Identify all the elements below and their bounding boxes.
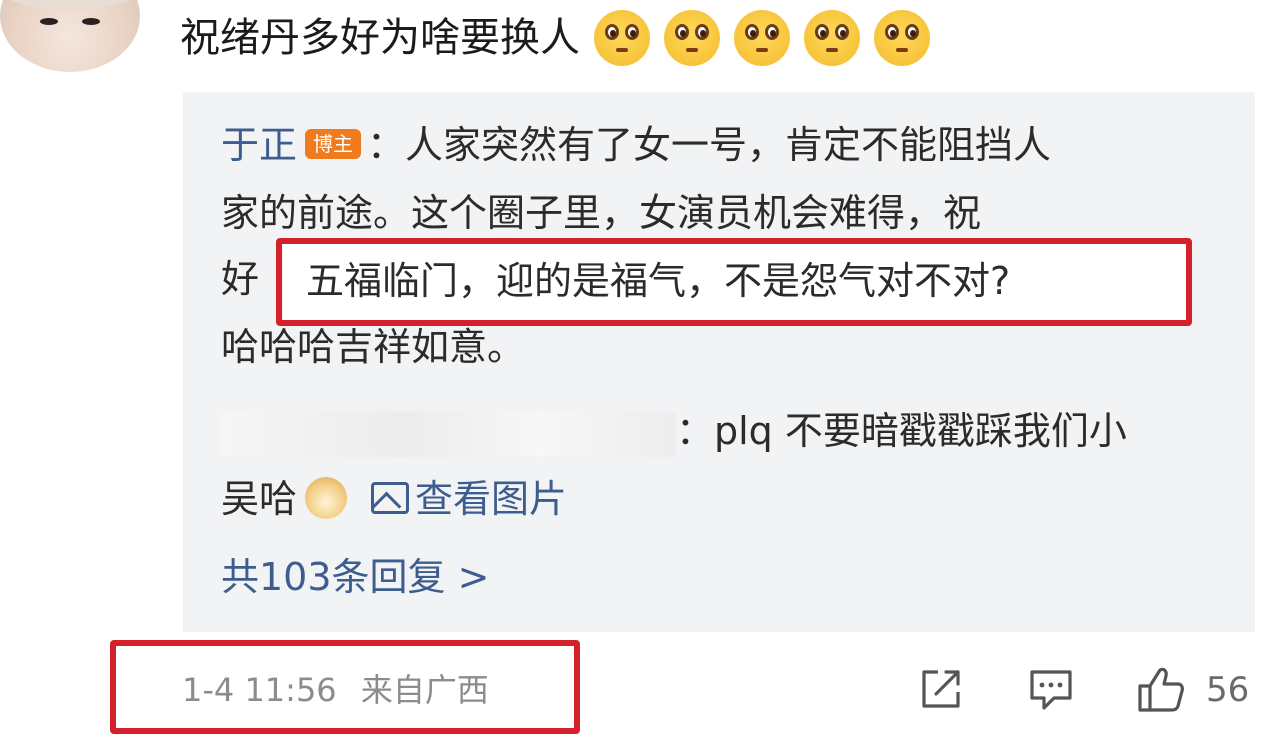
view-image-link[interactable]: 查看图片	[415, 477, 567, 521]
pleading-face-emoji-icon	[734, 10, 790, 66]
like-icon[interactable]	[1136, 664, 1186, 714]
avatar[interactable]	[0, 0, 140, 72]
sub-reply-line-2: 吴哈 查看图片	[221, 474, 567, 524]
share-icon[interactable]	[918, 666, 964, 712]
doge-emoji-icon	[305, 476, 348, 519]
avatar-eye-left	[40, 18, 58, 25]
sub-reply-text-2: 吴哈	[221, 477, 298, 521]
avatar-hair	[0, 0, 140, 10]
pleading-face-emoji-icon	[594, 10, 650, 66]
blurred-username[interactable]	[221, 410, 676, 457]
weibo-comment-card: 祝绪丹多好为啥要换人 于正 博主 ：人家突然有了女一号，肯定不能阻挡人 家的前途。这…	[0, 0, 1280, 744]
reply-line-3: 好	[221, 254, 259, 304]
reply-panel[interactable]: 于正 博主 ：人家突然有了女一号，肯定不能阻挡人 家的前途。这个圈子里，女演员机会难…	[183, 92, 1255, 632]
blogger-badge: 博主	[305, 128, 362, 159]
avatar-eye-right	[82, 18, 100, 25]
like-count: 56	[1206, 670, 1250, 710]
highlighted-quote: 五福临门，迎的是福气，不是怨气对不对?	[306, 259, 1011, 303]
pleading-face-emoji-icon	[664, 10, 720, 66]
timestamp: 1-4 11:56	[182, 671, 337, 709]
location: 来自广西	[360, 671, 489, 709]
reply-text-line-1: ：人家突然有了女一号，肯定不能阻挡人	[367, 123, 1052, 167]
total-replies-link[interactable]: 共103条回复 >	[221, 552, 489, 602]
image-icon[interactable]	[371, 481, 410, 514]
reply-author-link[interactable]: 于正	[221, 123, 297, 167]
reply-line-4: 哈哈哈吉祥如意。	[221, 325, 526, 369]
reply-text-line-3-prefix: 好	[221, 257, 260, 301]
comment-body: 祝绪丹多好为啥要换人	[180, 15, 580, 61]
comment-icon[interactable]	[1028, 666, 1074, 712]
pleading-face-emoji-icon	[804, 10, 860, 66]
comment-text: 祝绪丹多好为啥要换人	[180, 8, 930, 68]
pleading-face-emoji-icon	[874, 10, 930, 66]
reply-line-2: 家的前途。这个圈子里，女演员机会难得，祝	[221, 191, 982, 235]
sub-reply-text: ：plq 不要暗戳戳踩我们小	[676, 409, 1127, 453]
comment-meta: 1-4 11:56 来自广西	[182, 666, 489, 714]
sub-reply-line-1: ：plq 不要暗戳戳踩我们小	[221, 406, 1127, 457]
reply-line-1: 于正 博主 ：人家突然有了女一号，肯定不能阻挡人	[221, 120, 1051, 170]
